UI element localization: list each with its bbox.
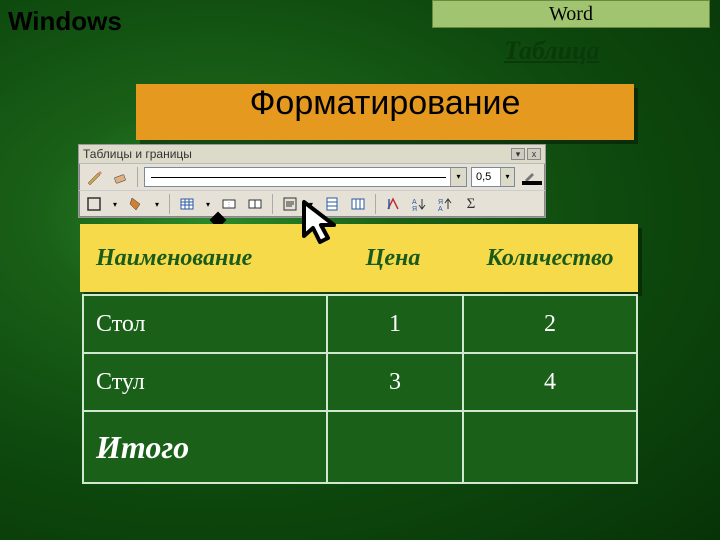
sort-desc-icon[interactable]: ЯА [434, 193, 456, 215]
col-header-name: Наименование [80, 224, 324, 292]
table-autoformat-icon[interactable] [382, 193, 404, 215]
distribute-cols-icon[interactable] [347, 193, 369, 215]
insert-table-dropdown-icon[interactable]: ▾ [202, 193, 214, 215]
table-header-row: Наименование Цена Количество [80, 224, 638, 292]
shading-color-icon[interactable] [125, 193, 147, 215]
svg-text:Я: Я [412, 206, 417, 212]
svg-text:А: А [438, 206, 443, 212]
svg-text:А: А [412, 199, 417, 206]
border-color-icon[interactable] [519, 166, 541, 188]
draw-table-icon[interactable] [83, 166, 105, 188]
cell-total-price[interactable] [327, 411, 463, 483]
table-row: Стул 3 4 [83, 353, 637, 411]
align-icon[interactable] [279, 193, 301, 215]
table-row: Стол 1 2 [83, 295, 637, 353]
toolbar-options-icon[interactable]: ▾ [511, 148, 525, 160]
eraser-icon[interactable] [109, 166, 131, 188]
line-style-dropdown[interactable]: ▾ [144, 167, 467, 187]
page-subtitle: Таблица [504, 36, 600, 66]
cell-total-label[interactable]: Итого [83, 411, 327, 483]
split-cells-icon[interactable] [244, 193, 266, 215]
cell-qty[interactable]: 4 [463, 353, 637, 411]
cell-total-qty[interactable] [463, 411, 637, 483]
banner-formatting: Форматирование [136, 84, 634, 140]
app-title-tab: Word [432, 0, 710, 28]
toolbar-close-icon[interactable]: x [527, 148, 541, 160]
outside-border-icon[interactable] [83, 193, 105, 215]
cell-name[interactable]: Стул [83, 353, 327, 411]
toolbar-title: Таблицы и границы [83, 147, 509, 161]
col-header-qty: Количество [462, 224, 638, 292]
autosum-icon[interactable]: Σ [460, 193, 482, 215]
cell-price[interactable]: 3 [327, 353, 463, 411]
sort-asc-icon[interactable]: АЯ [408, 193, 430, 215]
line-weight-dropdown[interactable]: 0,5▾ [471, 167, 515, 187]
app-title-left: Windows [8, 6, 122, 37]
cell-price[interactable]: 1 [327, 295, 463, 353]
border-dropdown-icon[interactable]: ▾ [109, 193, 121, 215]
col-header-price: Цена [324, 224, 462, 292]
cell-name[interactable]: Стол [83, 295, 327, 353]
distribute-rows-icon[interactable] [321, 193, 343, 215]
align-dropdown-icon[interactable]: ▾ [305, 193, 317, 215]
svg-text:Я: Я [438, 199, 443, 206]
data-table: Стол 1 2 Стул 3 4 Итого [82, 294, 638, 484]
merge-cells-icon[interactable] [218, 193, 240, 215]
shading-dropdown-icon[interactable]: ▾ [151, 193, 163, 215]
toolbar-titlebar[interactable]: Таблицы и границы ▾ x [79, 145, 545, 164]
tables-borders-toolbar: Таблицы и границы ▾ x ▾ 0,5▾ ▾ ▾ ▾ ▾ [78, 144, 546, 218]
insert-table-icon[interactable] [176, 193, 198, 215]
table-row-total: Итого [83, 411, 637, 483]
cell-qty[interactable]: 2 [463, 295, 637, 353]
